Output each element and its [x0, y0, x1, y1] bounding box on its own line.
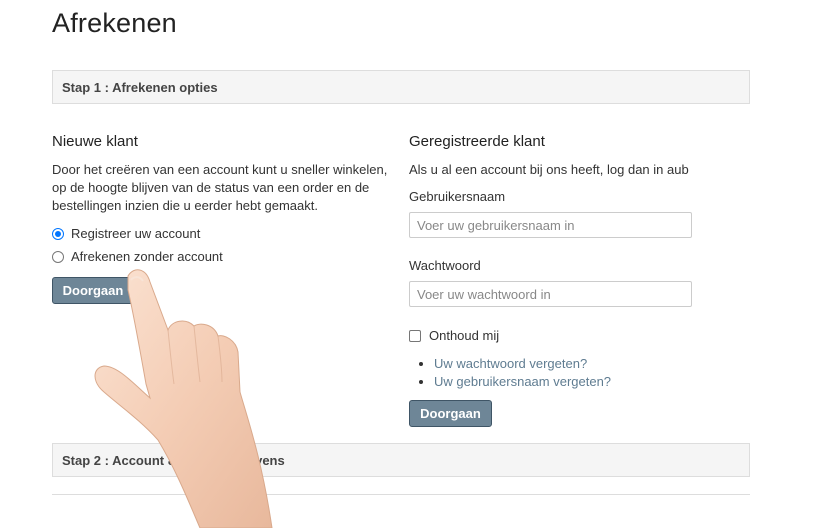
register-account-radio[interactable] — [52, 227, 64, 240]
remember-me-label[interactable]: Onthoud mij — [429, 328, 499, 343]
checkout-page: Afrekenen Stap 1 : Afrekenen opties Nieu… — [0, 0, 815, 528]
step-1-panel[interactable]: Stap 1 : Afrekenen opties — [52, 70, 750, 104]
new-customer-description: Door het creëren van een account kunt u … — [52, 161, 387, 215]
username-input[interactable] — [409, 212, 692, 238]
forgot-links-list: Uw wachtwoord vergeten? Uw gebruikersnaa… — [409, 355, 611, 391]
list-item: Uw gebruikersnaam vergeten? — [434, 373, 611, 391]
password-input[interactable] — [409, 281, 692, 307]
new-customer-continue-button[interactable]: Doorgaan — [52, 277, 134, 304]
step-2-title[interactable]: Stap 2 : Account & factuurgegevens — [62, 453, 285, 468]
description-line: bestellingen inzien die u eerder hebt ge… — [52, 198, 318, 213]
step-2-panel[interactable]: Stap 2 : Account & factuurgegevens — [52, 443, 750, 477]
register-account-label[interactable]: Registreer uw account — [71, 226, 200, 241]
list-item: Uw wachtwoord vergeten? — [434, 355, 611, 373]
remember-me-checkbox[interactable] — [409, 329, 421, 342]
registered-customer-heading: Geregistreerde klant — [409, 133, 545, 150]
description-line: Door het creëren van een account kunt u … — [52, 162, 388, 177]
guest-checkout-radio[interactable] — [52, 250, 64, 263]
divider — [52, 494, 750, 495]
login-continue-button[interactable]: Doorgaan — [409, 400, 492, 427]
forgot-username-link[interactable]: Uw gebruikersnaam vergeten? — [434, 374, 611, 389]
registered-customer-intro: Als u al een account bij ons heeft, log … — [409, 162, 689, 177]
username-label: Gebruikersnaam — [409, 189, 506, 204]
guest-checkout-label[interactable]: Afrekenen zonder account — [71, 249, 223, 264]
remember-me-option[interactable]: Onthoud mij — [409, 328, 499, 343]
step-1-title[interactable]: Stap 1 : Afrekenen opties — [62, 80, 218, 95]
page-title: Afrekenen — [52, 8, 177, 38]
guest-checkout-option[interactable]: Afrekenen zonder account — [52, 249, 223, 264]
password-label: Wachtwoord — [409, 258, 481, 273]
description-line: op de hoogte blijven van de status van e… — [52, 180, 370, 195]
new-customer-heading: Nieuwe klant — [52, 133, 138, 150]
hand-shape — [94, 269, 273, 528]
forgot-password-link[interactable]: Uw wachtwoord vergeten? — [434, 356, 587, 371]
register-account-option[interactable]: Registreer uw account — [52, 226, 200, 241]
